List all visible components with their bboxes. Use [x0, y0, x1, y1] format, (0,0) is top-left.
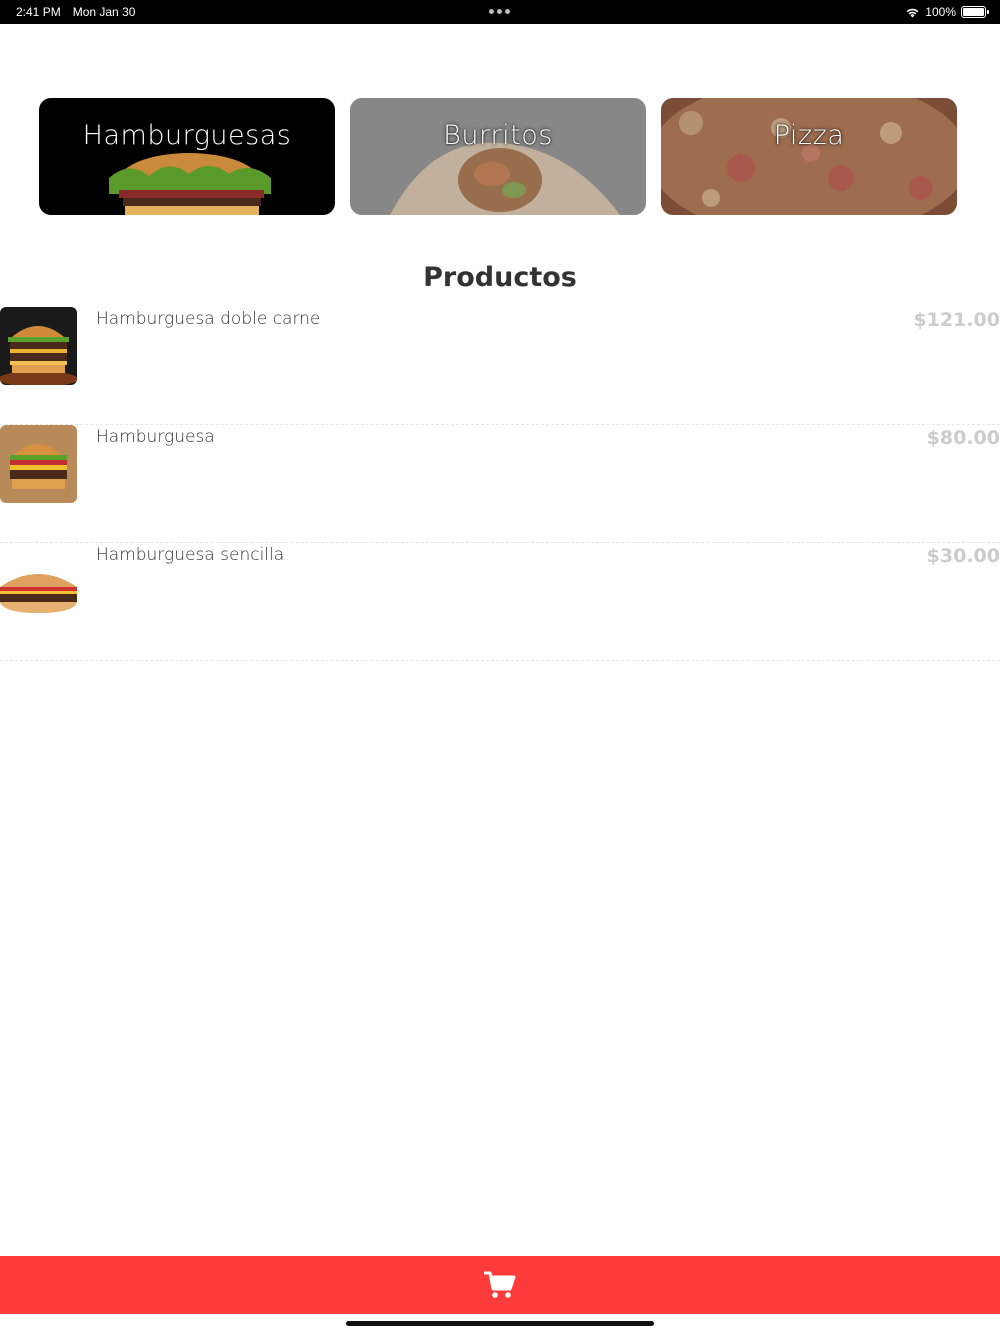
product-list: Hamburguesa doble carne $121.00 Hamburgu… [0, 307, 1000, 661]
category-card-hamburguesas[interactable]: Hamburguesas [39, 98, 335, 215]
double-burger-image [0, 307, 77, 385]
battery-percent: 100% [925, 5, 956, 19]
category-carousel: Hamburguesas Burritos Pizza [39, 98, 957, 215]
product-row[interactable]: Hamburguesa sencilla $30.00 [0, 543, 1000, 661]
burrito-image [350, 98, 646, 215]
wifi-icon [906, 8, 919, 18]
status-date: Mon Jan 30 [72, 5, 136, 19]
category-card-pizza[interactable]: Pizza [661, 98, 957, 215]
category-label: Hamburguesas [82, 120, 292, 151]
category-label: Burritos [443, 120, 553, 151]
category-label: Pizza [773, 120, 845, 151]
product-price: $80.00 [926, 427, 1000, 449]
product-row[interactable]: Hamburguesa doble carne $121.00 [0, 307, 1000, 425]
product-row[interactable]: Hamburguesa $80.00 [0, 425, 1000, 543]
battery-icon [961, 6, 989, 18]
section-title: Productos [423, 262, 577, 293]
product-price: $121.00 [913, 309, 1000, 331]
home-indicator[interactable] [346, 1321, 654, 1326]
cart-button[interactable] [0, 1256, 1000, 1314]
status-bar: 2:41 PM Mon Jan 30 100% [0, 0, 1000, 24]
product-price: $30.00 [926, 545, 1000, 567]
shopping-cart-icon [484, 1271, 516, 1298]
status-time: 2:41 PM [16, 5, 61, 19]
burger-image [0, 425, 77, 503]
simple-burger-image [0, 543, 77, 621]
product-name: Hamburguesa [96, 427, 215, 447]
multitasking-dots-icon[interactable] [489, 9, 510, 14]
hamburger-image [39, 98, 335, 215]
category-card-burritos[interactable]: Burritos [350, 98, 646, 215]
product-name: Hamburguesa sencilla [96, 545, 285, 565]
pizza-image [661, 98, 957, 215]
product-name: Hamburguesa doble carne [96, 309, 321, 329]
